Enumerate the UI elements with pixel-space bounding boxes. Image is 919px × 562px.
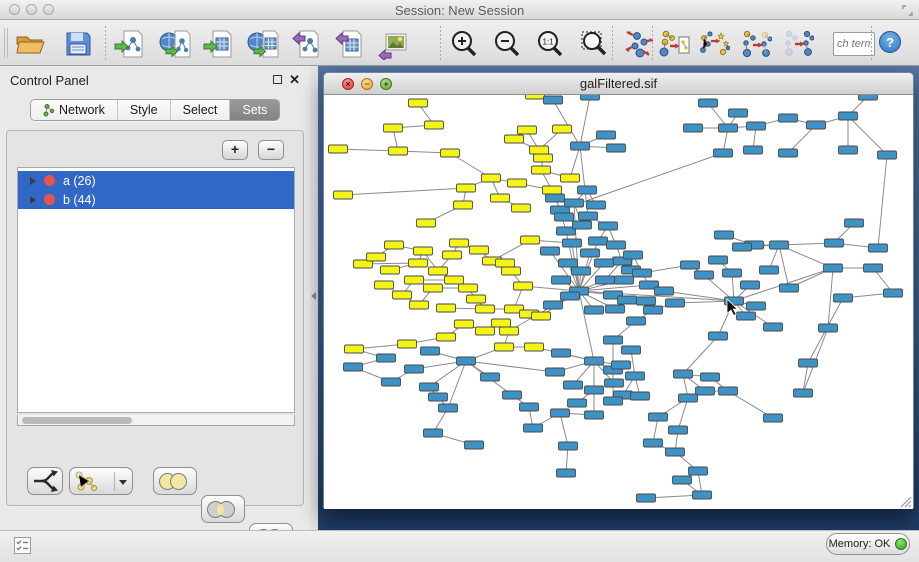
show-all-icon[interactable]	[782, 28, 814, 60]
network-window-title: galFiltered.sif	[324, 76, 913, 91]
network-canvas[interactable]	[324, 95, 913, 509]
resize-grip[interactable]	[898, 494, 912, 508]
network-from-selection-icon[interactable]	[658, 28, 690, 60]
help-icon: ?	[879, 31, 901, 53]
control-panel-tabbar: Network Style Select Sets	[30, 99, 280, 121]
set-label: a (26)	[63, 174, 96, 188]
venn-right	[170, 473, 187, 490]
set-row-a[interactable]: a (26)	[18, 171, 294, 190]
toolbar-separator	[871, 26, 872, 60]
hide-selected-icon[interactable]	[740, 28, 772, 60]
zoom-out-icon[interactable]	[491, 28, 523, 60]
import-network-url-icon[interactable]	[159, 28, 191, 60]
memory-status-label: Memory: OK	[829, 538, 891, 550]
search-input[interactable]	[833, 32, 875, 56]
export-image-icon[interactable]	[376, 28, 408, 60]
svg-text:1:1: 1:1	[542, 38, 554, 47]
tab-network[interactable]: Network	[31, 100, 118, 120]
zoom-actual-size-icon[interactable]: 1:1	[534, 28, 566, 60]
toolbar-separator	[612, 26, 613, 60]
collapse-arrow-icon[interactable]	[311, 292, 316, 300]
network-tab-icon	[43, 104, 55, 117]
split-sets-button[interactable]	[27, 467, 63, 495]
expander-icon[interactable]	[30, 196, 36, 204]
tab-sets[interactable]: Sets	[230, 100, 279, 120]
union-button[interactable]	[153, 467, 197, 495]
network-view-window[interactable]: × − + galFiltered.sif	[323, 72, 914, 509]
set-network-icon	[70, 468, 100, 494]
horizontal-scrollbar[interactable]	[17, 415, 295, 426]
set-color-dot	[44, 194, 55, 205]
expander-icon[interactable]	[30, 177, 36, 185]
remove-set-button[interactable]: −	[258, 140, 284, 160]
memory-ok-icon	[895, 538, 907, 550]
control-panel-title: Control Panel	[10, 73, 89, 88]
save-session-icon[interactable]	[62, 28, 94, 60]
export-network-icon[interactable]	[290, 28, 322, 60]
zoom-fit-selected-icon[interactable]	[578, 28, 610, 60]
control-panel-header: Control Panel ✕	[0, 66, 310, 94]
close-panel-icon[interactable]: ✕	[289, 72, 300, 88]
network-desktop: × − + galFiltered.sif	[318, 66, 919, 530]
network-graph[interactable]	[324, 95, 913, 509]
app-title: Session: New Session	[0, 3, 919, 18]
dropdown-arrow-icon[interactable]	[119, 480, 127, 485]
set-label: b (44)	[63, 193, 96, 207]
toolbar-separator	[440, 26, 441, 60]
fullscreen-icon[interactable]	[902, 5, 913, 16]
toolbar-drag-handle[interactable]	[4, 28, 8, 58]
float-panel-icon[interactable]	[273, 75, 282, 84]
intersection-button[interactable]	[201, 495, 245, 523]
zoom-in-icon[interactable]	[448, 28, 480, 60]
import-network-file-icon[interactable]	[114, 28, 146, 60]
set-color-dot	[44, 175, 55, 186]
panel-splitter[interactable]	[310, 66, 318, 530]
network-window-titlebar[interactable]: × − + galFiltered.sif	[324, 73, 913, 95]
toolbar-separator	[105, 26, 106, 60]
status-bar: Memory: OK	[0, 530, 919, 562]
sets-list[interactable]: a (26) b (44)	[17, 167, 295, 413]
first-neighbors-icon[interactable]	[698, 28, 730, 60]
help-button[interactable]: ?	[877, 29, 903, 55]
tab-style[interactable]: Style	[118, 100, 171, 120]
import-table-url-icon[interactable]	[247, 28, 279, 60]
toolbar-separator	[652, 26, 653, 60]
add-set-button[interactable]: +	[222, 140, 248, 160]
tab-select[interactable]: Select	[171, 100, 231, 120]
sets-panel: + − a (26) b (44)	[6, 130, 304, 506]
memory-status-button[interactable]: Memory: OK	[826, 533, 910, 555]
open-session-icon[interactable]	[14, 28, 46, 60]
set-row-b[interactable]: b (44)	[18, 190, 294, 209]
control-panel: Control Panel ✕ Network Style Select Set…	[0, 66, 310, 530]
export-table-icon[interactable]	[333, 28, 365, 60]
create-set-from-network-button[interactable]	[69, 467, 133, 495]
main-toolbar: 1:1 ?	[0, 20, 919, 66]
venn-lens	[217, 504, 224, 515]
task-history-icon[interactable]	[14, 537, 31, 554]
scrollbar-thumb[interactable]	[22, 417, 132, 424]
combo-divider	[114, 472, 115, 491]
app-titlebar: Session: New Session	[0, 0, 919, 20]
import-table-file-icon[interactable]	[203, 28, 235, 60]
